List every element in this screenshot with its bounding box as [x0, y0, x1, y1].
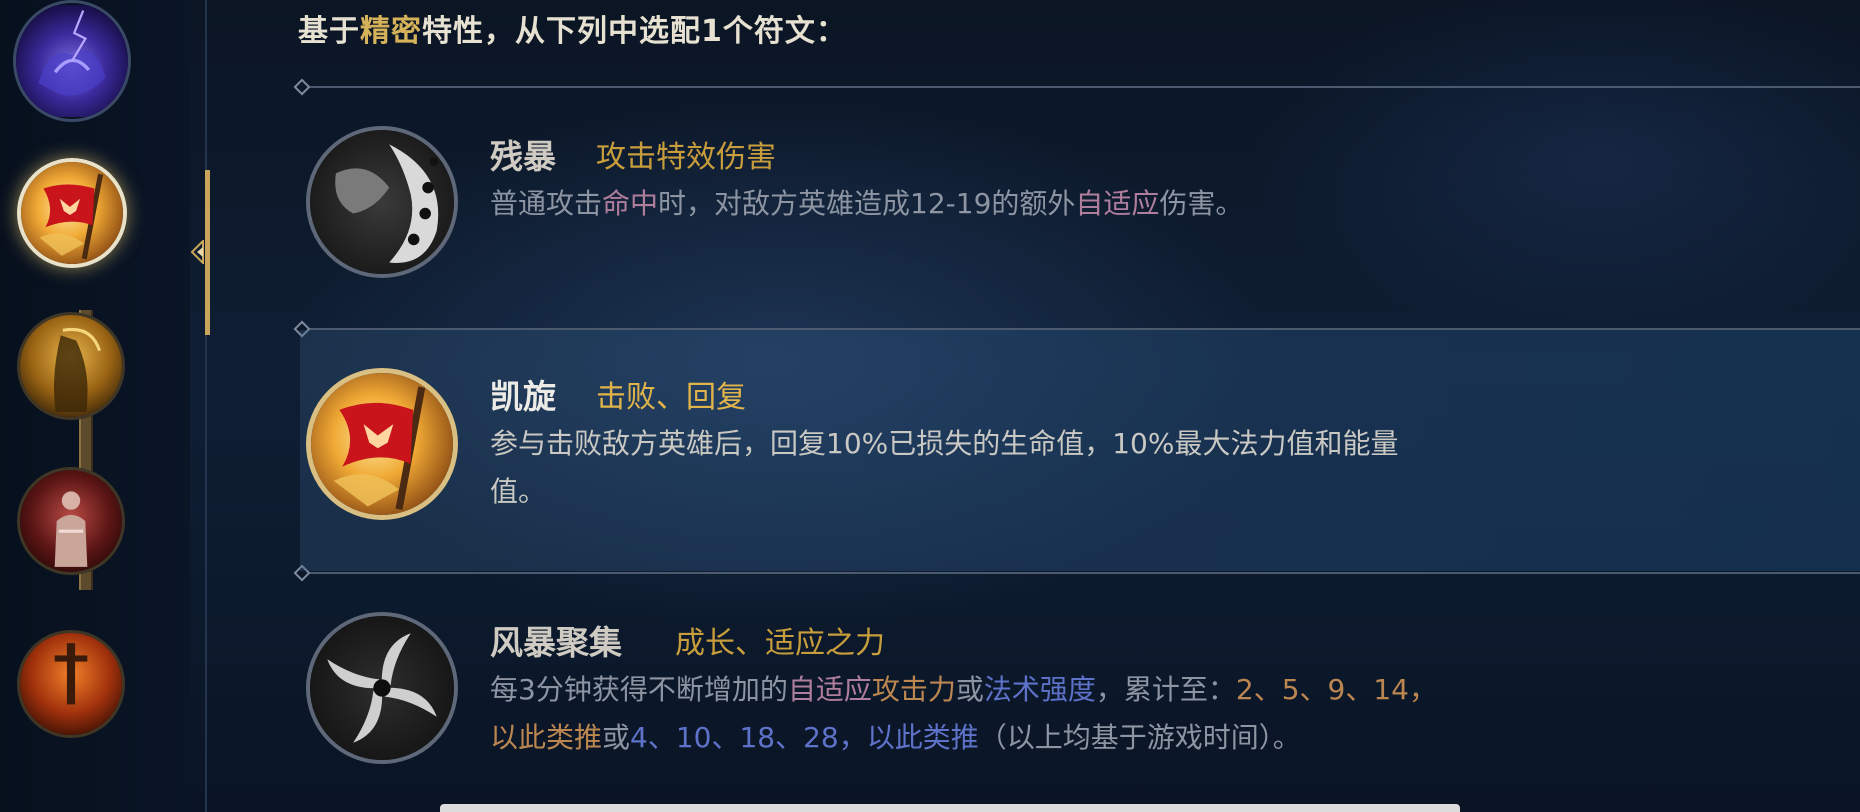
rune-name: 残暴 [490, 137, 556, 176]
rune-tag: 击败、回复 [596, 380, 746, 415]
rune-name: 风暴聚集 [490, 623, 622, 662]
rune-tag: 成长、适应之力 [675, 626, 885, 661]
title-prefix: 基于 [298, 14, 360, 49]
title-suffix: 特性，从下列中选配1个符文： [422, 14, 847, 49]
column-separator [205, 0, 207, 812]
rune-name: 凯旋 [490, 377, 556, 416]
rune-option-brutal[interactable]: 残暴 攻击特效伤害 普通攻击命中时，对敌方英雄造成12-19的额外自适应伤害。 [300, 90, 1860, 326]
rune-option-gathering-storm[interactable]: 风暴聚集 成长、适应之力 每3分钟获得不断增加的自适应攻击力或法术强度，累计至：… [300, 576, 1860, 812]
rune-option-triumph[interactable]: 凯旋 击败、回复 参与击败敌方英雄后，回复10%已损失的生命值，10%最大法力值… [300, 330, 1860, 571]
rune-tag: 攻击特效伤害 [596, 140, 776, 175]
sword-rune-icon[interactable] [17, 630, 125, 738]
reaper-rune-icon[interactable] [17, 312, 125, 420]
statue-rune-icon[interactable] [17, 467, 125, 575]
storm-swirl-icon [306, 612, 458, 764]
active-arrow-icon [190, 240, 204, 264]
rune-description: 普通攻击命中时，对敌方英雄造成12-19的额外自适应伤害。 [490, 187, 1244, 220]
active-indicator [205, 170, 210, 335]
divider [293, 564, 1860, 582]
rune-description: 每3分钟获得不断增加的自适应攻击力或法术强度，累计至：2、5、9、14， 以此类推… [490, 673, 1437, 754]
brutal-claw-icon [306, 126, 458, 278]
dark-harvest-rune-icon[interactable] [13, 0, 131, 122]
triumph-flag-icon[interactable] [17, 158, 127, 268]
divider [293, 78, 1860, 96]
rune-description: 参与击败敌方英雄后，回复10%已损失的生命值，10%最大法力值和能量 值。 [490, 427, 1399, 508]
triumph-flag-icon [306, 368, 458, 520]
title-highlight: 精密 [360, 14, 422, 49]
page-title: 基于精密特性，从下列中选配1个符文： [298, 6, 847, 50]
bottom-panel-edge [440, 804, 1460, 812]
